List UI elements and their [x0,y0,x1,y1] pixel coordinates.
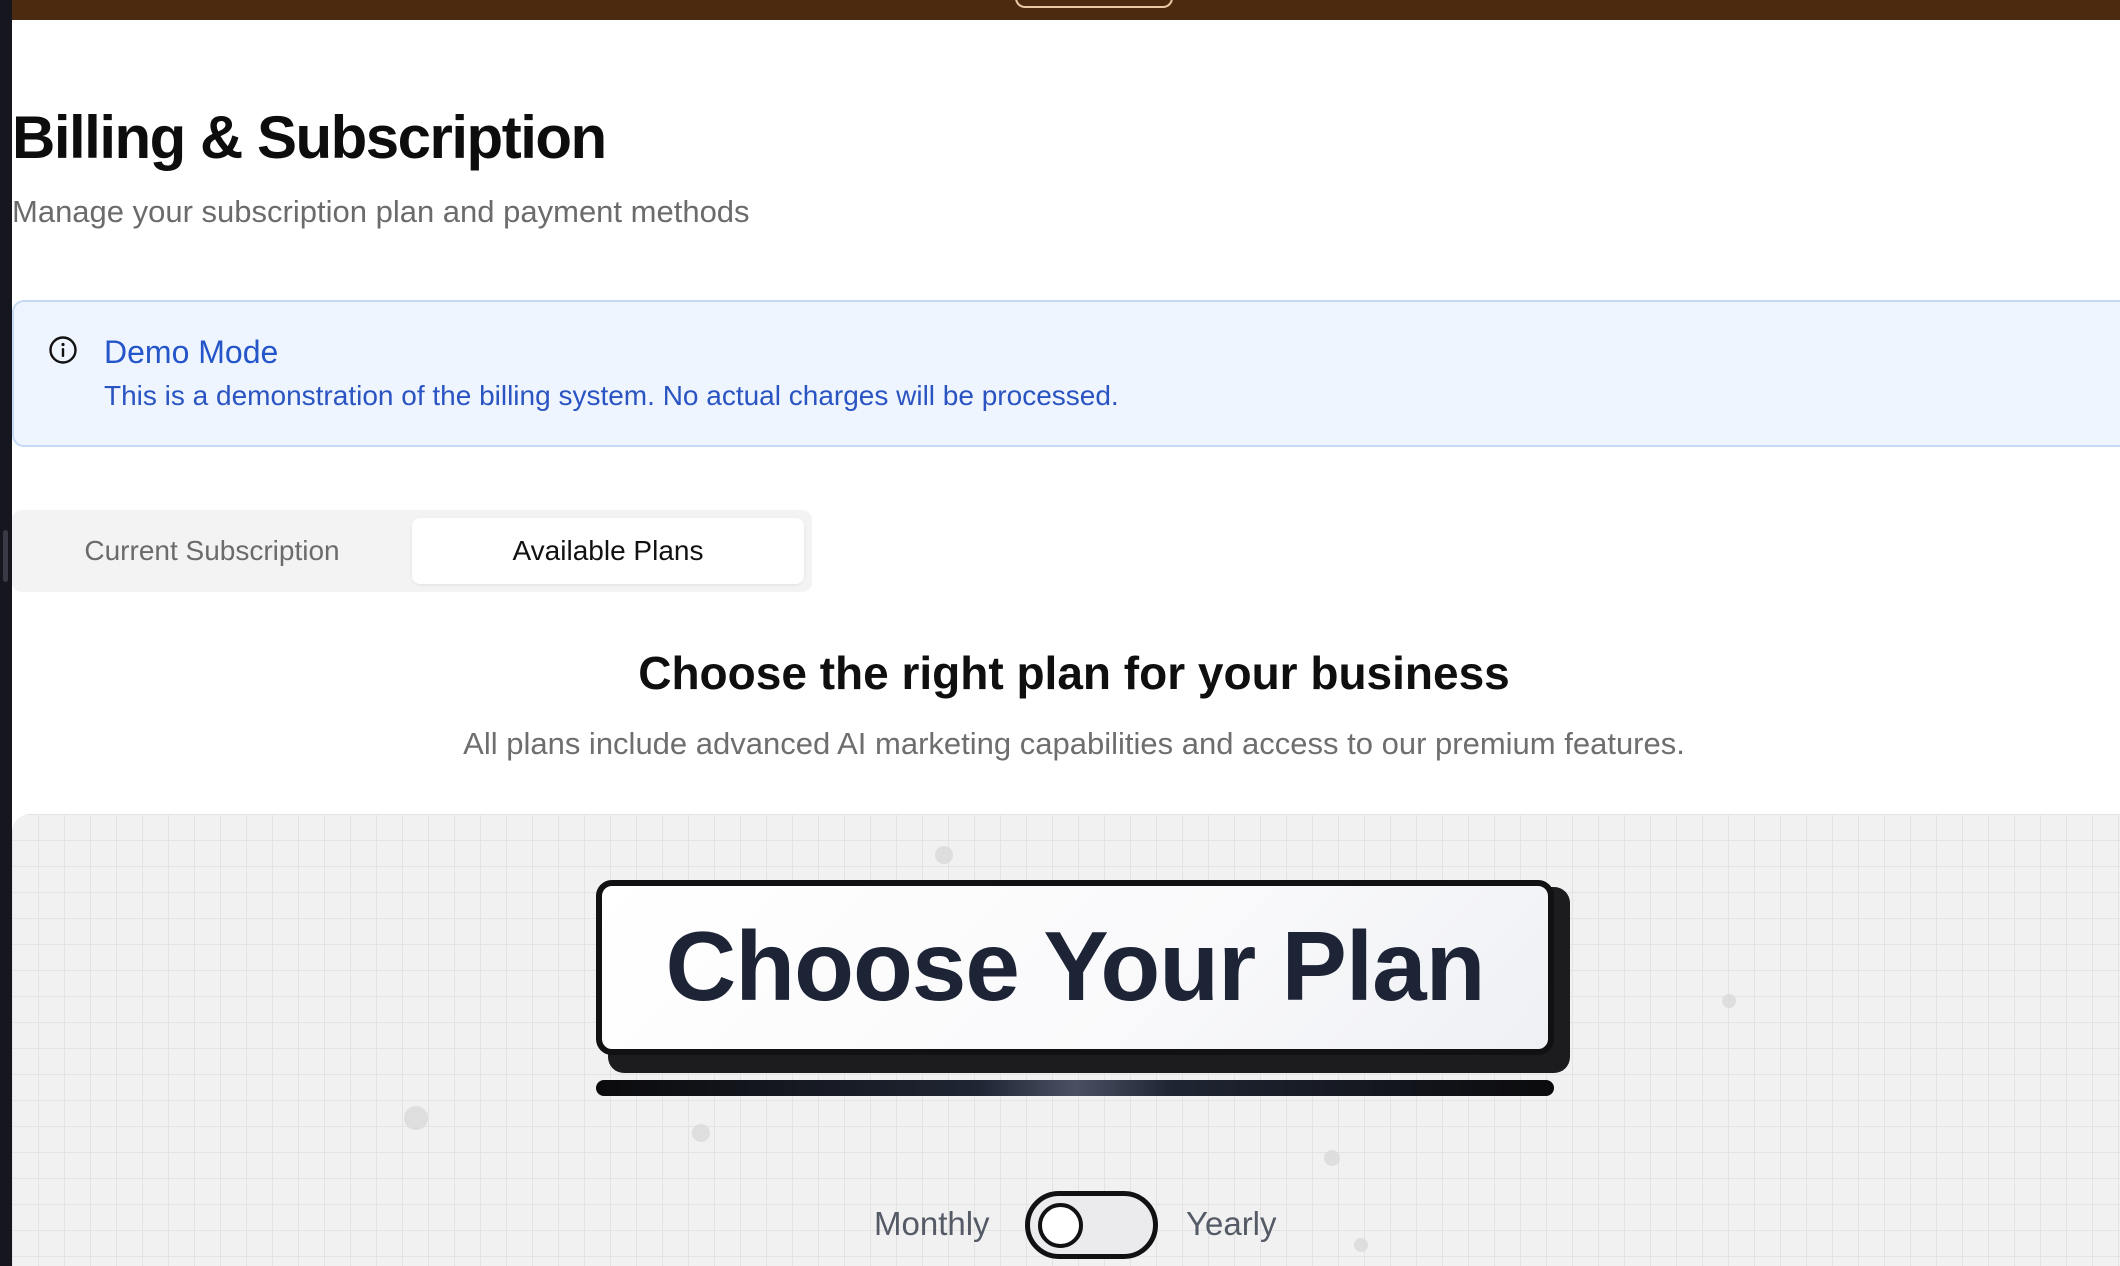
decorative-dot [1722,994,1736,1008]
toggle-knob [1038,1203,1083,1248]
decorative-dot [1354,1238,1368,1252]
decorative-dot [935,846,953,864]
choose-plan-banner: Choose Your Plan [596,880,1554,1055]
info-icon [49,336,77,364]
demo-mode-banner: Demo Mode This is a demonstration of the… [12,300,2120,447]
window-left-edge [0,0,12,1266]
tab-available-plans[interactable]: Available Plans [412,518,804,584]
decorative-dot [692,1124,710,1142]
top-bar [12,0,2120,20]
resize-grip[interactable] [3,530,8,582]
demo-mode-message: This is a demonstration of the billing s… [104,380,1119,411]
demo-mode-title: Demo Mode [104,334,279,370]
decorative-dot [404,1106,428,1130]
tab-current-subscription[interactable]: Current Subscription [12,518,412,584]
monthly-label: Monthly [874,1205,990,1242]
plans-description: All plans include advanced AI marketing … [463,726,1685,761]
yearly-label: Yearly [1186,1205,1277,1242]
choose-plan-title: Choose Your Plan [665,911,1486,1021]
billing-tabs: Current Subscription Available Plans [12,510,812,592]
billing-cycle-toggle[interactable] [1025,1191,1158,1259]
decorative-dot [1324,1150,1340,1166]
plan-banner-underline [596,1080,1554,1096]
top-bar-handle[interactable] [1015,0,1173,8]
page-title: Billing & Subscription [12,104,607,171]
plans-heading: Choose the right plan for your business [638,647,1510,699]
page-subtitle: Manage your subscription plan and paymen… [12,194,750,229]
